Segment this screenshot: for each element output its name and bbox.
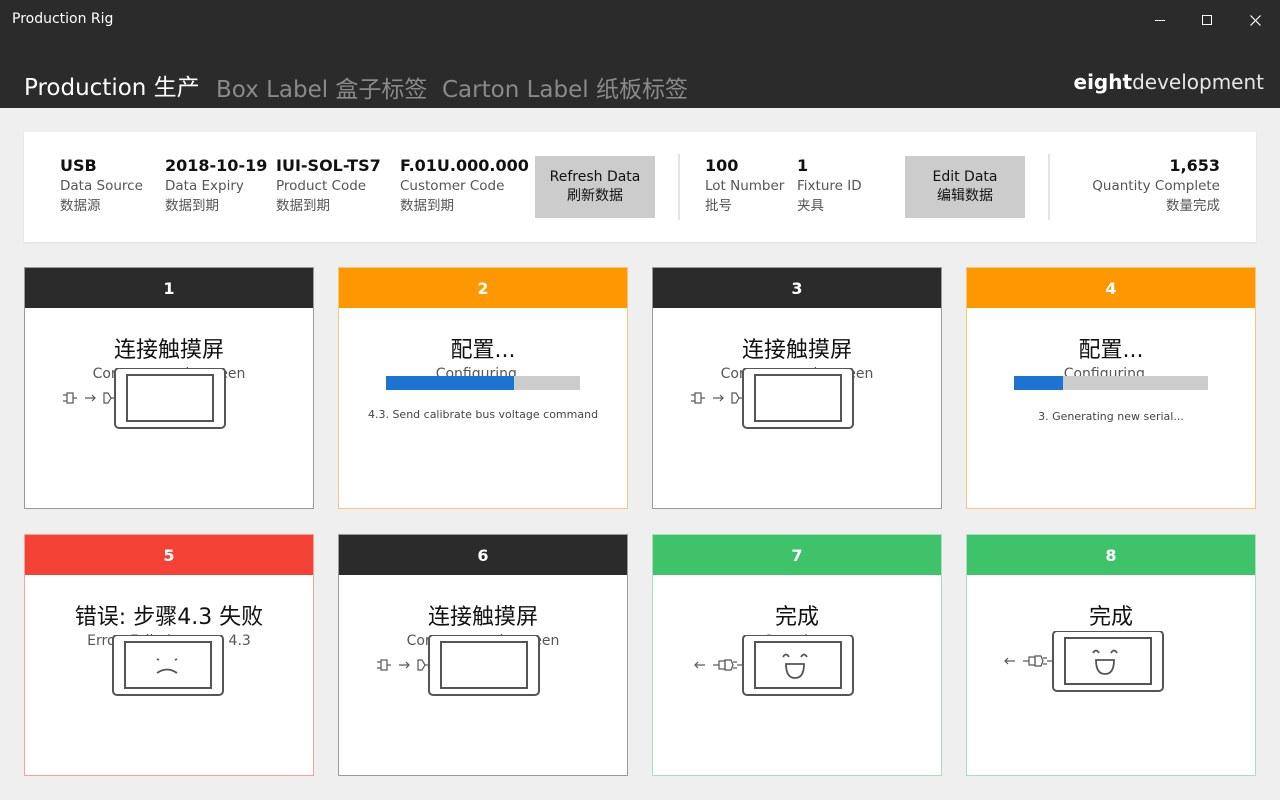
- tab-box-label[interactable]: Box Label 盒子标签: [216, 70, 427, 104]
- fixture-status-cn: 完成: [774, 605, 819, 630]
- fixture-card[interactable]: 6连接触摸屏Connect touch screen: [338, 534, 628, 776]
- progress-bar: [386, 376, 580, 390]
- field-value: 100: [705, 156, 739, 175]
- edit-data-button[interactable]: Edit Data 编辑数据: [905, 156, 1025, 218]
- lot-number-field: 100 Lot Number 批号: [705, 156, 784, 216]
- field-value: IUI-SOL-TS7: [276, 156, 381, 175]
- divider: [678, 154, 680, 220]
- fixture-status-cn: 连接触摸屏: [113, 338, 224, 363]
- field-label-cn: 数据源: [60, 198, 101, 214]
- brand-light: development: [1132, 70, 1264, 94]
- brand-logo: eightdevelopment: [1074, 70, 1264, 94]
- fixture-card[interactable]: 3连接触摸屏Connect touch screen: [652, 267, 942, 509]
- field-label: Customer Code: [400, 178, 505, 194]
- field-value: 1,653: [1169, 156, 1220, 175]
- progress-message: 4.3. Send calibrate bus voltage command: [367, 408, 599, 421]
- edit-data-label-cn: 编辑数据: [937, 188, 993, 204]
- fixture-number: 8: [967, 535, 1255, 575]
- product-code-field: IUI-SOL-TS7 Product Code 数据到期: [276, 156, 381, 216]
- nav-bar: Production 生产 Box Label 盒子标签 Carton Labe…: [0, 40, 1280, 108]
- progress-fill: [1014, 376, 1063, 390]
- field-label: Product Code: [276, 178, 367, 194]
- field-label-cn: 数据到期: [400, 198, 454, 214]
- maximize-button[interactable]: [1184, 0, 1230, 40]
- fixture-number: 7: [653, 535, 941, 575]
- sad-screen-icon: [112, 635, 224, 696]
- plug-in-icon: [63, 368, 226, 429]
- fixture-number: 6: [339, 535, 627, 575]
- data-source-field: USB Data Source 数据源: [60, 156, 143, 216]
- progress-message: 3. Generating new serial...: [1038, 410, 1184, 423]
- fixture-id-field: 1 Fixture ID 夹具: [797, 156, 862, 216]
- field-label: Data Expiry: [165, 178, 244, 194]
- customer-code-field: F.01U.000.000 Customer Code 数据到期: [400, 156, 529, 216]
- happy-screen-icon: [694, 635, 854, 696]
- info-panel: USB Data Source 数据源 2018-10-19 Data Expi…: [24, 132, 1256, 242]
- divider: [1048, 154, 1050, 220]
- fixture-status-cn: 错误: 步骤4.3 失败: [74, 605, 264, 630]
- minimize-icon: [1155, 19, 1165, 21]
- field-label-cn: 数量完成: [1166, 198, 1220, 214]
- field-label: Data Source: [60, 178, 143, 194]
- refresh-data-label-cn: 刷新数据: [567, 188, 623, 204]
- fixture-status-cn: 配置...: [450, 338, 516, 363]
- field-value: F.01U.000.000: [400, 156, 529, 175]
- fixture-card[interactable]: 8完成Complete: [966, 534, 1256, 776]
- minimize-button[interactable]: [1137, 0, 1183, 40]
- field-label: Lot Number: [705, 178, 785, 194]
- field-label: Fixture ID: [797, 178, 862, 194]
- fixture-status-cn: 配置...: [1078, 338, 1144, 363]
- field-value: 2018-10-19: [165, 156, 268, 175]
- fixture-status-cn: 连接触摸屏: [427, 605, 538, 630]
- quantity-complete-field: 1,653 Quantity Complete 数量完成: [1092, 156, 1220, 216]
- field-value: 1: [797, 156, 809, 175]
- tab-production[interactable]: Production 生产: [24, 68, 200, 102]
- fixture-status-cn: 完成: [1088, 605, 1133, 630]
- fixture-number: 5: [25, 535, 313, 575]
- fixture-card[interactable]: 4 配置... Configuring... 3. Generating new se…: [966, 267, 1256, 509]
- brand-bold: eight: [1073, 70, 1133, 94]
- progress-bar: [1014, 376, 1208, 390]
- fixture-status-cn: 连接触摸屏: [741, 338, 852, 363]
- fixture-number: 2: [339, 268, 627, 308]
- happy-screen-icon: [1004, 631, 1164, 692]
- fixture-card[interactable]: 2 配置... Configuring... 4.3. Send calibrate …: [338, 267, 628, 509]
- plug-in-icon: [691, 368, 854, 429]
- field-label-cn: 数据到期: [165, 198, 219, 214]
- refresh-data-label: Refresh Data: [549, 169, 641, 185]
- field-value: USB: [60, 156, 97, 175]
- maximize-icon: [1202, 15, 1212, 25]
- field-label-cn: 数据到期: [276, 198, 330, 214]
- plug-in-icon: [377, 635, 540, 696]
- fixture-card[interactable]: 5错误: 步骤4.3 失败Error: Failed at step 4.3: [24, 534, 314, 776]
- refresh-data-button[interactable]: Refresh Data 刷新数据: [535, 156, 655, 218]
- close-button[interactable]: [1232, 0, 1278, 40]
- fixture-card[interactable]: 1连接触摸屏Connect touch screen: [24, 267, 314, 509]
- edit-data-label: Edit Data: [932, 169, 998, 185]
- window-title: Production Rig: [12, 11, 114, 27]
- field-label-cn: 夹具: [797, 198, 824, 214]
- fixture-number: 3: [653, 268, 941, 308]
- fixture-card[interactable]: 7完成Complete: [652, 534, 942, 776]
- close-icon: [1249, 14, 1261, 26]
- progress-fill: [386, 376, 515, 390]
- field-label-cn: 批号: [705, 198, 732, 214]
- data-expiry-field: 2018-10-19 Data Expiry 数据到期: [165, 156, 267, 216]
- fixture-number: 4: [967, 268, 1255, 308]
- tab-carton-label[interactable]: Carton Label 纸板标签: [442, 70, 688, 104]
- field-label: Quantity Complete: [1092, 178, 1220, 194]
- title-bar: Production Rig: [0, 0, 1280, 40]
- fixture-number: 1: [25, 268, 313, 308]
